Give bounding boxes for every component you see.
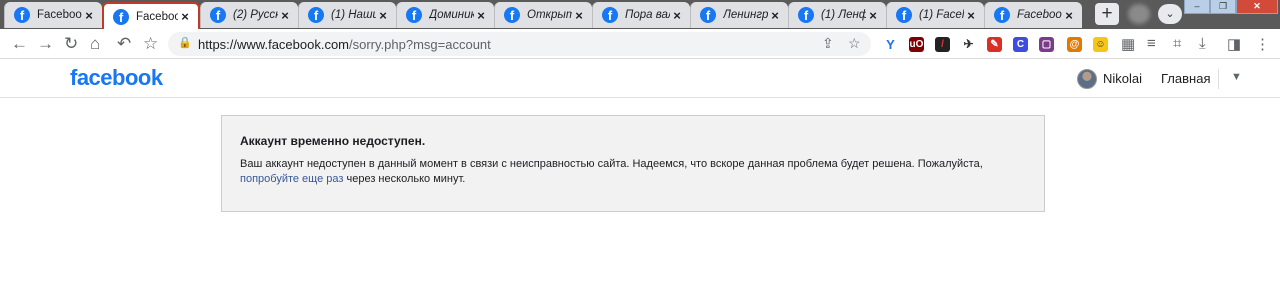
tab-title: (1) Ленф (821, 9, 866, 21)
facebook-favicon-icon: f (504, 7, 520, 23)
facebook-favicon-icon: f (406, 7, 422, 23)
error-text-after: через несколько минут. (343, 173, 466, 185)
satellite-extension-icon[interactable]: ✈ (961, 37, 976, 52)
avatar[interactable] (1077, 69, 1097, 89)
back-icon[interactable]: ← (11, 34, 28, 54)
tab-close-icon[interactable]: × (278, 8, 292, 23)
facebook-favicon-icon: f (210, 7, 226, 23)
tab-close-icon[interactable]: × (178, 9, 192, 24)
reload-icon[interactable]: ↻ (64, 34, 78, 54)
error-message-box: Аккаунт временно недоступен. Ваш аккаунт… (221, 115, 1045, 212)
tab-close-icon[interactable]: × (866, 8, 880, 23)
tab-title: Открыт (527, 9, 572, 21)
tab-close-icon[interactable]: × (768, 8, 782, 23)
browser-tab[interactable]: f (1) Ленф × (788, 2, 886, 28)
lock-icon[interactable]: 🔒 (178, 36, 192, 49)
playlist-icon[interactable]: ≡ (1147, 35, 1156, 52)
tab-close-icon[interactable]: × (376, 8, 390, 23)
tab-title: Доминик (429, 9, 474, 21)
tab-title: Facebook (1017, 9, 1062, 21)
error-heading: Аккаунт временно недоступен. (240, 134, 426, 148)
url-host: https://www.facebook.com (198, 37, 350, 52)
grid-extension-icon[interactable]: ▦ (1121, 35, 1135, 53)
side-panel-icon[interactable]: ◨ (1227, 35, 1241, 53)
error-text-before: Ваш аккаунт недоступен в данный момент в… (240, 158, 983, 170)
tab-title: Facebook (136, 10, 178, 23)
browser-tab[interactable]: f Facebook× (4, 2, 102, 28)
browser-tab[interactable]: f Доминик × (396, 2, 494, 28)
undo-icon[interactable]: ↶ (117, 34, 131, 54)
dark-extension-icon[interactable]: / (935, 37, 950, 52)
crop-icon[interactable]: ⌗ (1173, 35, 1181, 52)
vpn-extension-icon[interactable]: Y (883, 37, 898, 52)
new-tab-button[interactable]: + (1095, 3, 1119, 25)
tab-title: (2) Русск (233, 9, 278, 21)
facebook-header: facebook Nikolai Главная ▼ (0, 60, 1280, 98)
tab-close-icon[interactable]: × (964, 8, 978, 23)
maximize-icon[interactable]: ❐ (1210, 0, 1236, 14)
tab-title: Ленингр (723, 9, 768, 21)
tab-close-icon[interactable]: × (1062, 8, 1076, 23)
pen-extension-icon[interactable]: ✎ (987, 37, 1002, 52)
facebook-favicon-icon: f (896, 7, 912, 23)
profile-icon[interactable] (1128, 4, 1150, 24)
browser-tab[interactable]: f (2) Русск × (200, 2, 298, 28)
bookmark-star-icon[interactable]: ☆ (143, 34, 158, 54)
tab-title: (1) Наши (331, 9, 376, 21)
c-extension-icon[interactable]: C (1013, 37, 1028, 52)
profile-link[interactable]: Nikolai (1103, 71, 1142, 86)
emoji-extension-icon[interactable]: ☺ (1093, 37, 1108, 52)
facebook-favicon-icon: f (994, 7, 1010, 23)
account-menu-caret-icon[interactable]: ▼ (1231, 71, 1242, 83)
browser-tab[interactable]: f (1) Наши × (298, 2, 396, 28)
tab-close-icon[interactable]: × (670, 8, 684, 23)
error-body: Ваш аккаунт недоступен в данный момент в… (240, 157, 1030, 187)
address-bar[interactable]: 🔒 https://www.facebook.com/sorry.php?msg… (168, 32, 871, 56)
url-path: /sorry.php?msg=account (349, 37, 491, 52)
browser-tab[interactable]: f Facebook× (102, 2, 200, 29)
tab-title: Facebook (37, 9, 82, 21)
tab-close-icon[interactable]: × (474, 8, 488, 23)
bookmark-page-star-icon[interactable]: ☆ (848, 35, 861, 52)
counter-extension-icon[interactable]: ▢ (1039, 37, 1054, 52)
browser-tab[interactable]: f (1) Facel × (886, 2, 984, 28)
forward-icon[interactable]: → (37, 34, 54, 54)
tab-title: (1) Facel (919, 9, 964, 21)
mail-extension-icon[interactable]: @ (1067, 37, 1082, 52)
facebook-favicon-icon: f (14, 7, 30, 23)
facebook-favicon-icon: f (308, 7, 324, 23)
retry-link[interactable]: попробуйте еще раз (240, 173, 343, 185)
tab-close-icon[interactable]: × (82, 8, 96, 23)
menu-icon[interactable]: ⋮ (1255, 35, 1270, 53)
tab-title: Пора вал (625, 9, 670, 21)
facebook-favicon-icon: f (113, 8, 129, 25)
facebook-favicon-icon: f (602, 7, 618, 23)
window-controls: – ❐ ✕ (1184, 0, 1278, 14)
browser-tab[interactable]: f Пора вал × (592, 2, 690, 28)
tab-close-icon[interactable]: × (572, 8, 586, 23)
browser-toolbar: ← → ↻ ⌂ ↶ ☆ 🔒 https://www.facebook.com/s… (0, 29, 1280, 85)
url-text[interactable]: https://www.facebook.com/sorry.php?msg=a… (198, 37, 491, 52)
tab-list: fFacebook×fFacebook×f(2) Русск×f(1) Наши… (4, 2, 1082, 29)
home-link[interactable]: Главная (1161, 71, 1210, 86)
minimize-icon[interactable]: – (1184, 0, 1210, 14)
browser-tab[interactable]: f Ленингр × (690, 2, 788, 28)
ublock-icon[interactable]: uO (909, 37, 924, 52)
browser-tab[interactable]: f Facebook× (984, 2, 1082, 28)
facebook-favicon-icon: f (700, 7, 716, 23)
home-icon[interactable]: ⌂ (90, 34, 100, 54)
window-close-icon[interactable]: ✕ (1236, 0, 1278, 14)
tab-search-dropdown-icon[interactable]: ⌄ (1158, 4, 1182, 24)
browser-tab-strip: fFacebook×fFacebook×f(2) Русск×f(1) Наши… (0, 0, 1280, 29)
share-icon[interactable]: ⇪ (822, 35, 834, 52)
header-divider (1218, 69, 1219, 89)
download-icon[interactable]: ⤓ (1199, 35, 1206, 52)
browser-tab[interactable]: f Открыт × (494, 2, 592, 28)
facebook-logo[interactable]: facebook (70, 65, 163, 91)
facebook-favicon-icon: f (798, 7, 814, 23)
